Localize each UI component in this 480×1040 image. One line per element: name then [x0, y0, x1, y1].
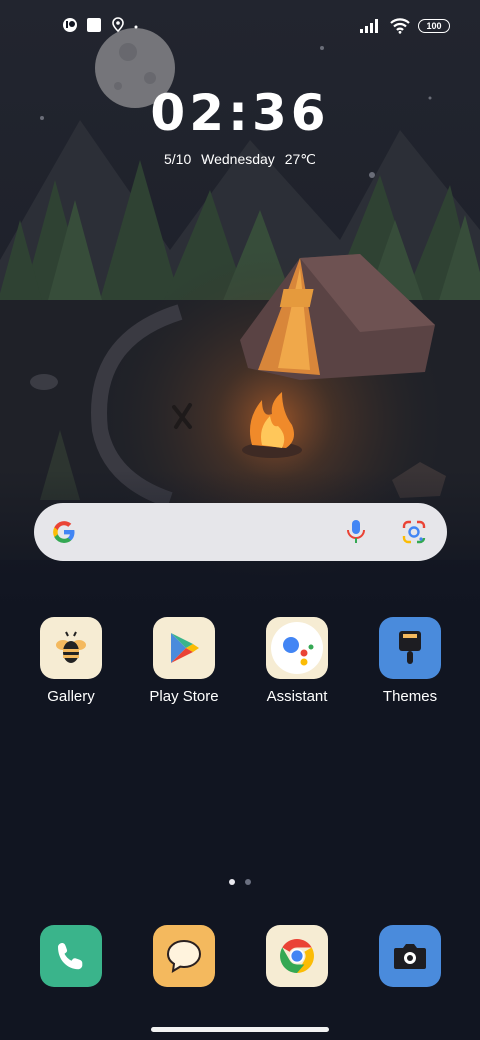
clock-time[interactable]: 02:36: [0, 84, 480, 142]
paint-brush-icon: [399, 631, 421, 664]
google-logo-icon[interactable]: [50, 518, 78, 546]
app-label: Gallery: [47, 688, 95, 705]
app-play-store[interactable]: Play Store: [134, 617, 234, 705]
signal-icon: [360, 19, 378, 33]
microphone-icon[interactable]: [345, 519, 367, 545]
chrome-icon: [280, 939, 314, 973]
app-assistant[interactable]: Assistant: [247, 617, 347, 705]
play-triangle-icon: [171, 633, 199, 663]
page-dot-2[interactable]: [245, 879, 251, 885]
date-weather-row[interactable]: 5/10 Wednesday 27℃: [0, 151, 480, 168]
status-bar-left: [62, 17, 138, 33]
gallery-tile[interactable]: [40, 617, 102, 679]
messages-tile[interactable]: [153, 925, 215, 987]
assistant-tile[interactable]: [266, 617, 328, 679]
google-lens-icon[interactable]: [401, 519, 427, 545]
date-text: 5/10: [163, 151, 192, 167]
app-label: Play Store: [149, 688, 219, 705]
google-search-bar[interactable]: [34, 503, 447, 561]
app-label: Assistant: [266, 688, 328, 705]
camera-tile[interactable]: [379, 925, 441, 987]
phone-icon: [58, 943, 83, 970]
page-indicator[interactable]: [0, 879, 480, 885]
app-notification-icon: [63, 18, 77, 32]
themes-tile[interactable]: [379, 617, 441, 679]
bee-icon: [56, 631, 86, 663]
weekday-text: Wednesday: [201, 151, 275, 167]
phone-tile[interactable]: [40, 925, 102, 987]
wifi-icon: [390, 18, 410, 34]
app-gallery[interactable]: Gallery: [21, 617, 121, 705]
assistant-dots-icon: [271, 622, 323, 674]
play-store-tile[interactable]: [153, 617, 215, 679]
page-dot-1[interactable]: [229, 879, 235, 885]
chat-bubble-icon: [166, 939, 202, 973]
dock-messages[interactable]: [134, 925, 234, 987]
temperature-text: 27℃: [284, 151, 316, 167]
app-themes[interactable]: Themes: [360, 617, 460, 705]
home-gesture-bar[interactable]: [151, 1027, 329, 1032]
status-bar-right: 100: [360, 18, 450, 34]
location-pin-icon: [112, 17, 124, 33]
chrome-tile[interactable]: [266, 925, 328, 987]
dock-phone[interactable]: [21, 925, 121, 987]
app-label: Themes: [382, 688, 438, 705]
square-notification-icon: [87, 18, 101, 32]
dock-camera[interactable]: [360, 925, 460, 987]
battery-indicator: 100: [418, 19, 450, 33]
more-dot-icon: [134, 25, 138, 29]
camera-icon: [394, 944, 426, 969]
dock-chrome[interactable]: [247, 925, 347, 987]
